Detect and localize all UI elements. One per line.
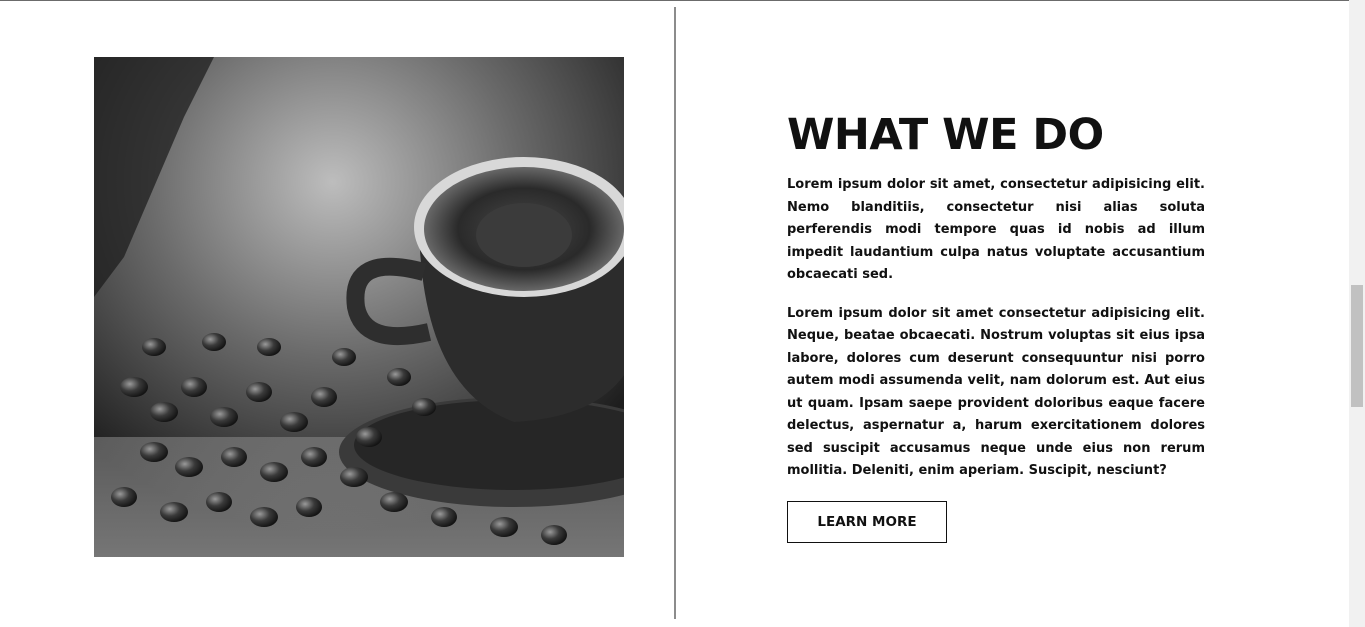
scrollbar-thumb[interactable] <box>1351 285 1363 407</box>
body-paragraph: Lorem ipsum dolor sit amet consectetur a… <box>787 305 1205 479</box>
top-border <box>0 0 1349 1</box>
coffee-photo <box>94 57 624 557</box>
page: WHAT WE DO Lorem ipsum dolor sit amet, c… <box>0 0 1365 627</box>
learn-more-button[interactable]: LEARN MORE <box>787 500 947 543</box>
what-we-do-section: WHAT WE DO Lorem ipsum dolor sit amet, c… <box>787 105 1205 543</box>
vertical-divider <box>674 7 676 619</box>
section-heading: WHAT WE DO <box>787 110 1104 160</box>
vertical-scrollbar[interactable] <box>1349 0 1365 627</box>
intro-paragraph: Lorem ipsum dolor sit amet, consectetur … <box>787 177 1205 282</box>
